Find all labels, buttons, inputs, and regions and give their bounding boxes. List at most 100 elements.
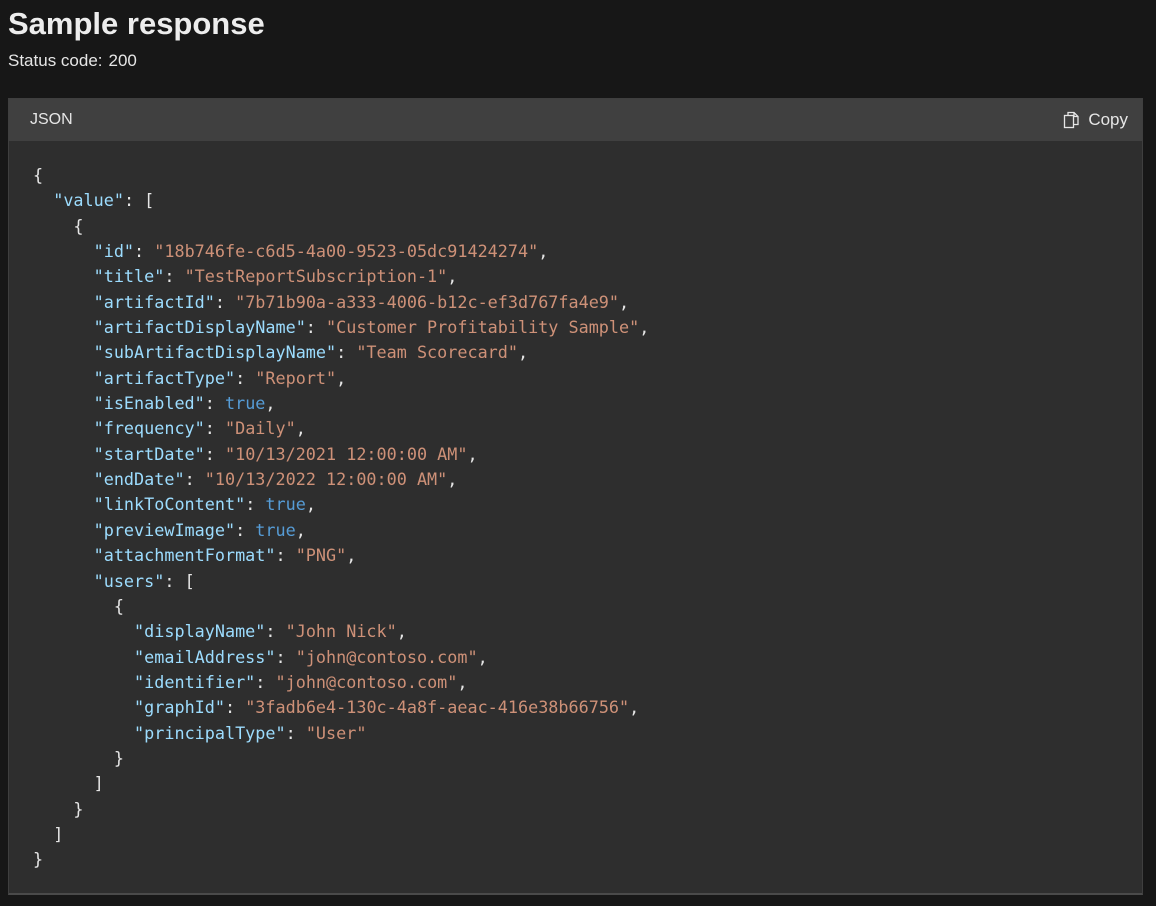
json-key: "displayName" (134, 621, 266, 642)
code-line: { (33, 216, 83, 236)
json-key: "attachmentFormat" (93, 545, 276, 566)
json-punctuation (33, 469, 94, 489)
code-line: "artifactId": "7b71b90a-a333-4006-b12c-e… (33, 291, 630, 312)
json-boolean: true (255, 519, 296, 540)
code-line: "title": "TestReportSubscription-1", (33, 266, 458, 287)
json-key: "emailAddress" (134, 646, 276, 667)
json-punctuation: : (265, 621, 286, 642)
json-punctuation: : (184, 469, 205, 490)
json-punctuation: : (285, 722, 306, 743)
json-punctuation: , (639, 317, 650, 338)
json-punctuation: , (619, 291, 630, 312)
json-boolean: true (265, 494, 306, 515)
json-punctuation (33, 317, 94, 337)
json-punctuation (33, 241, 94, 261)
code-block: JSON Copy { "value": [ { "id": "18b746fe… (8, 98, 1143, 895)
json-string: "Team Scorecard" (356, 342, 518, 363)
copy-button-label: Copy (1088, 110, 1128, 129)
code-line: "subArtifactDisplayName": "Team Scorecar… (33, 342, 528, 362)
json-punctuation (33, 647, 134, 667)
json-punctuation: : (224, 697, 246, 718)
json-punctuation: { (33, 165, 44, 185)
json-string: "john@contoso.com" (275, 671, 458, 692)
json-punctuation: : (164, 266, 185, 287)
json-punctuation: : [ (123, 190, 155, 211)
code-line: { (33, 165, 43, 185)
code-line: "identifier": "john@contoso.com", (33, 672, 467, 692)
code-line: { (33, 596, 124, 616)
json-string: "Daily" (224, 418, 296, 439)
json-punctuation: : (214, 291, 236, 312)
json-string: "3fadb6e4-130c-4a8f-aeac-416e38b66756" (245, 697, 630, 718)
code-line: "attachmentFormat": "PNG", (33, 545, 357, 566)
json-punctuation (33, 494, 94, 514)
code-line: "isEnabled": true, (33, 393, 276, 413)
json-punctuation: , (467, 443, 478, 464)
json-punctuation (33, 723, 134, 743)
json-punctuation: } (33, 747, 124, 768)
code-line: } (33, 748, 124, 768)
json-string: "John Nick" (285, 621, 397, 642)
json-punctuation (33, 292, 94, 312)
code-line: } (33, 849, 43, 869)
json-string: "TestReportSubscription-1" (184, 266, 448, 287)
page-title: Sample response (8, 6, 265, 41)
json-punctuation: : (134, 241, 155, 262)
json-punctuation: , (517, 342, 529, 363)
json-punctuation: : [ (164, 570, 195, 591)
json-string: "18b746fe-c6d5-4a00-9523-05dc91424274" (154, 241, 539, 262)
json-punctuation (33, 393, 94, 413)
code-line: "emailAddress": "john@contoso.com", (33, 647, 488, 667)
code-line: "principalType": "User" (33, 723, 366, 743)
json-punctuation: , (295, 519, 306, 540)
status-code: Status code: 200 (8, 49, 137, 73)
json-string: "john@contoso.com" (295, 646, 478, 667)
json-key: "id" (93, 241, 135, 262)
status-code-label: Status code: (8, 51, 103, 70)
json-key: "value" (53, 190, 124, 211)
json-string: "Report" (255, 367, 337, 388)
json-key: "artifactId" (93, 291, 215, 312)
json-punctuation: : (255, 671, 276, 692)
json-string: "7b71b90a-a333-4006-b12c-ef3d767fa4e9" (235, 291, 620, 312)
json-code: { "value": [ { "id": "18b746fe-c6d5-4a00… (9, 141, 1142, 873)
json-punctuation: : (235, 519, 256, 540)
json-string: "Customer Profitability Sample" (326, 317, 640, 338)
json-key: "startDate" (93, 443, 205, 464)
json-punctuation: : (305, 317, 327, 338)
json-punctuation (33, 621, 134, 641)
json-punctuation: , (538, 241, 549, 262)
code-line: "artifactDisplayName": "Customer Profita… (33, 317, 650, 338)
json-punctuation (33, 545, 94, 565)
json-string: "User" (305, 722, 367, 743)
json-punctuation (33, 672, 134, 692)
json-key: "users" (93, 570, 165, 591)
json-key: "previewImage" (93, 519, 236, 540)
code-line: } (33, 799, 83, 819)
json-punctuation: , (305, 494, 316, 515)
code-line: "value": [ (33, 190, 154, 210)
json-punctuation (33, 697, 134, 717)
json-punctuation: : (245, 494, 266, 515)
json-punctuation (33, 418, 94, 438)
code-line: ] (33, 824, 63, 844)
code-line: "startDate": "10/13/2021 12:00:00 AM", (33, 444, 478, 464)
json-punctuation: , (336, 367, 347, 388)
json-punctuation (33, 266, 94, 286)
code-line: "artifactType": "Report", (33, 367, 347, 388)
json-punctuation: , (295, 418, 306, 439)
copy-button[interactable]: Copy (1063, 110, 1128, 130)
json-key: "principalType" (134, 722, 286, 743)
json-key: "subArtifactDisplayName" (93, 342, 337, 363)
code-block-header: JSON Copy (9, 99, 1142, 141)
json-punctuation: ] (33, 823, 64, 844)
code-line: ] (33, 773, 104, 793)
json-punctuation (33, 520, 94, 540)
code-line: "previewImage": true, (33, 520, 306, 540)
json-punctuation: , (477, 646, 488, 667)
code-line: "graphId": "3fadb6e4-130c-4a8f-aeac-416e… (33, 697, 639, 717)
json-boolean: true (224, 393, 266, 414)
json-punctuation (33, 368, 94, 388)
code-language-label: JSON (30, 111, 73, 128)
json-key: "artifactType" (93, 367, 236, 388)
